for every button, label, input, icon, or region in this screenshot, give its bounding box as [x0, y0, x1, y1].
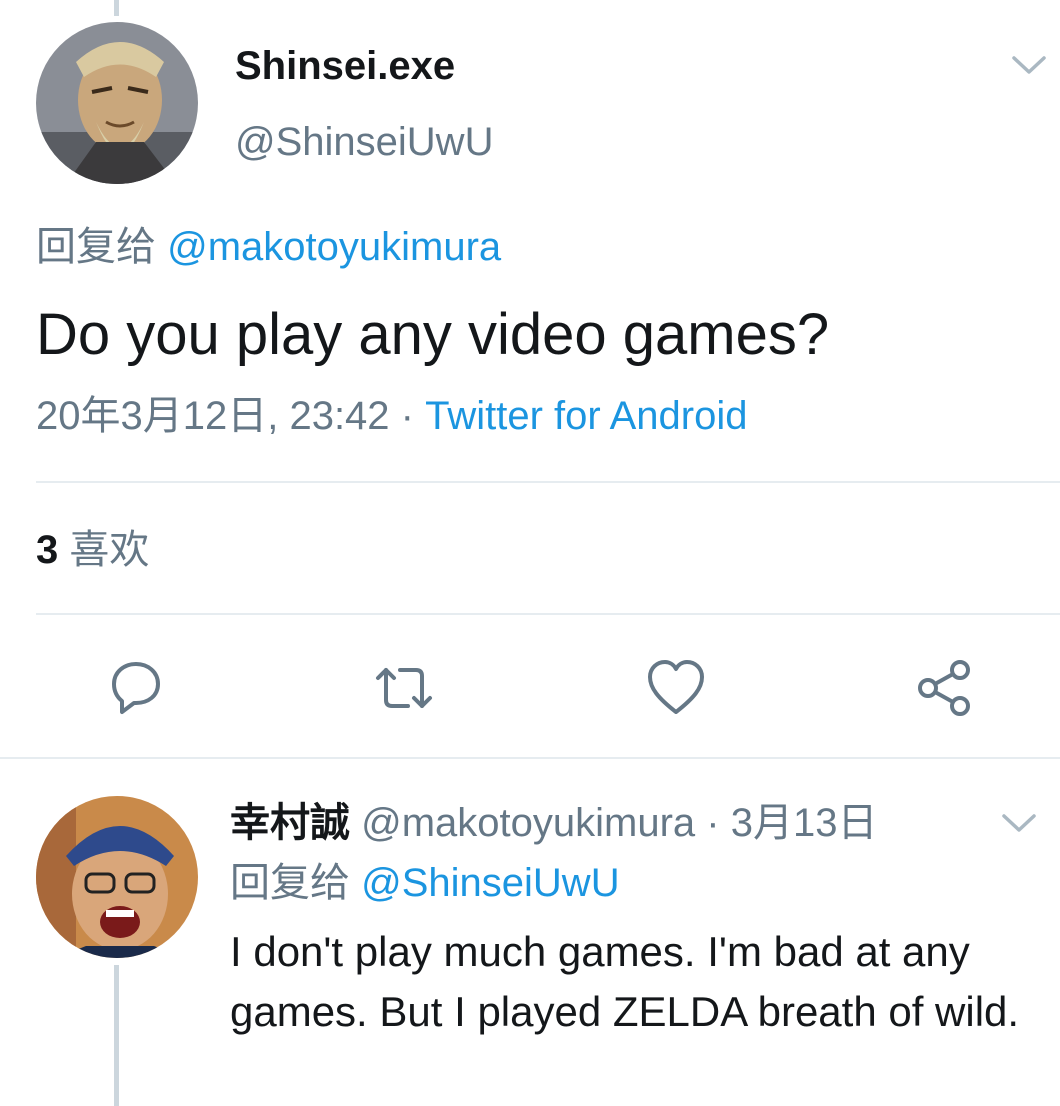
timestamp[interactable]: 3月13日 [731, 801, 878, 845]
meta-separator: · [389, 394, 426, 438]
reply-to-prefix: 回复给 [230, 861, 350, 905]
thread-line-top [114, 0, 119, 16]
reply-mention-link[interactable]: @makotoyukimura [167, 225, 501, 269]
timestamp[interactable]: 20年3月12日, 23:42 [36, 394, 390, 438]
retweet-icon [376, 668, 432, 708]
reply-icon [112, 662, 160, 714]
share-icon [918, 660, 970, 716]
source-link[interactable]: Twitter for Android [425, 394, 747, 438]
meta-separator: · [695, 801, 731, 845]
avatar[interactable] [36, 22, 198, 184]
likes-label: 喜欢 [69, 528, 150, 572]
user-handle[interactable]: @ShinseiUwU [235, 118, 493, 166]
tweet-text: I don't play much games. I'm bad at any … [230, 928, 1020, 1035]
retweet-button[interactable] [372, 656, 436, 720]
tweet-meta: 20年3月12日, 23:42 · Twitter for Android [36, 390, 747, 442]
thread-line-bottom [114, 965, 119, 1106]
chevron-down-icon[interactable] [1010, 50, 1048, 80]
user-handle[interactable]: @makotoyukimura [361, 801, 695, 845]
tweet-text: Do you play any video games? [36, 302, 830, 367]
divider [0, 757, 1060, 759]
display-name[interactable]: Shinsei.exe [235, 42, 455, 90]
heart-icon [648, 660, 704, 714]
reply-button[interactable] [104, 656, 168, 720]
reply-mention-link[interactable]: @ShinseiUwU [361, 861, 619, 905]
display-name[interactable]: 幸村誠 [230, 801, 350, 845]
share-button[interactable] [912, 656, 976, 720]
reply-to-line: 回复给 @makotoyukimura [36, 222, 501, 272]
reply-to-line: 回复给 @ShinseiUwU [230, 858, 620, 908]
divider [36, 613, 1060, 615]
avatar[interactable] [36, 796, 198, 958]
reply-header: 幸村誠 @makotoyukimura · 3月13日 [230, 798, 877, 848]
divider [36, 481, 1060, 483]
chevron-down-icon[interactable] [1000, 808, 1038, 838]
likes-stat[interactable]: 3 喜欢 [36, 524, 149, 576]
like-button[interactable] [644, 656, 708, 720]
likes-count: 3 [36, 528, 59, 572]
reply-to-prefix: 回复给 [36, 225, 156, 269]
